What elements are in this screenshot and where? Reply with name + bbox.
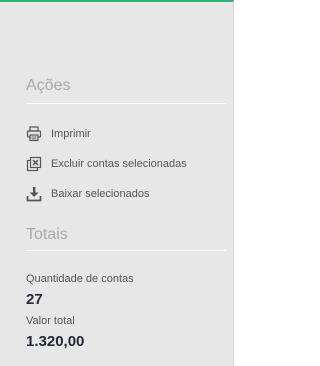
total-value-amount: 1.320,00 [26, 333, 85, 350]
print-label: Imprimir [51, 128, 91, 140]
download-icon [26, 186, 42, 202]
total-value-label: Valor total [26, 315, 75, 327]
sidebar-panel: Ações Imprimir Excluir contas selecionad… [0, 0, 234, 366]
printer-icon [26, 126, 42, 142]
delete-selected-button[interactable]: Excluir contas selecionadas [26, 155, 187, 173]
print-button[interactable]: Imprimir [26, 125, 91, 143]
delete-selected-label: Excluir contas selecionadas [51, 158, 187, 170]
download-selected-button[interactable]: Baixar selecionados [26, 185, 149, 203]
accounts-count-label: Quantidade de contas [26, 273, 134, 285]
totals-section-title: Totais [26, 226, 68, 243]
totals-divider [26, 250, 226, 251]
accounts-count-value: 27 [26, 291, 43, 308]
actions-section-title: Ações [26, 77, 71, 94]
download-selected-label: Baixar selecionados [51, 188, 150, 200]
actions-divider [26, 103, 226, 104]
delete-selected-icon [26, 156, 42, 172]
